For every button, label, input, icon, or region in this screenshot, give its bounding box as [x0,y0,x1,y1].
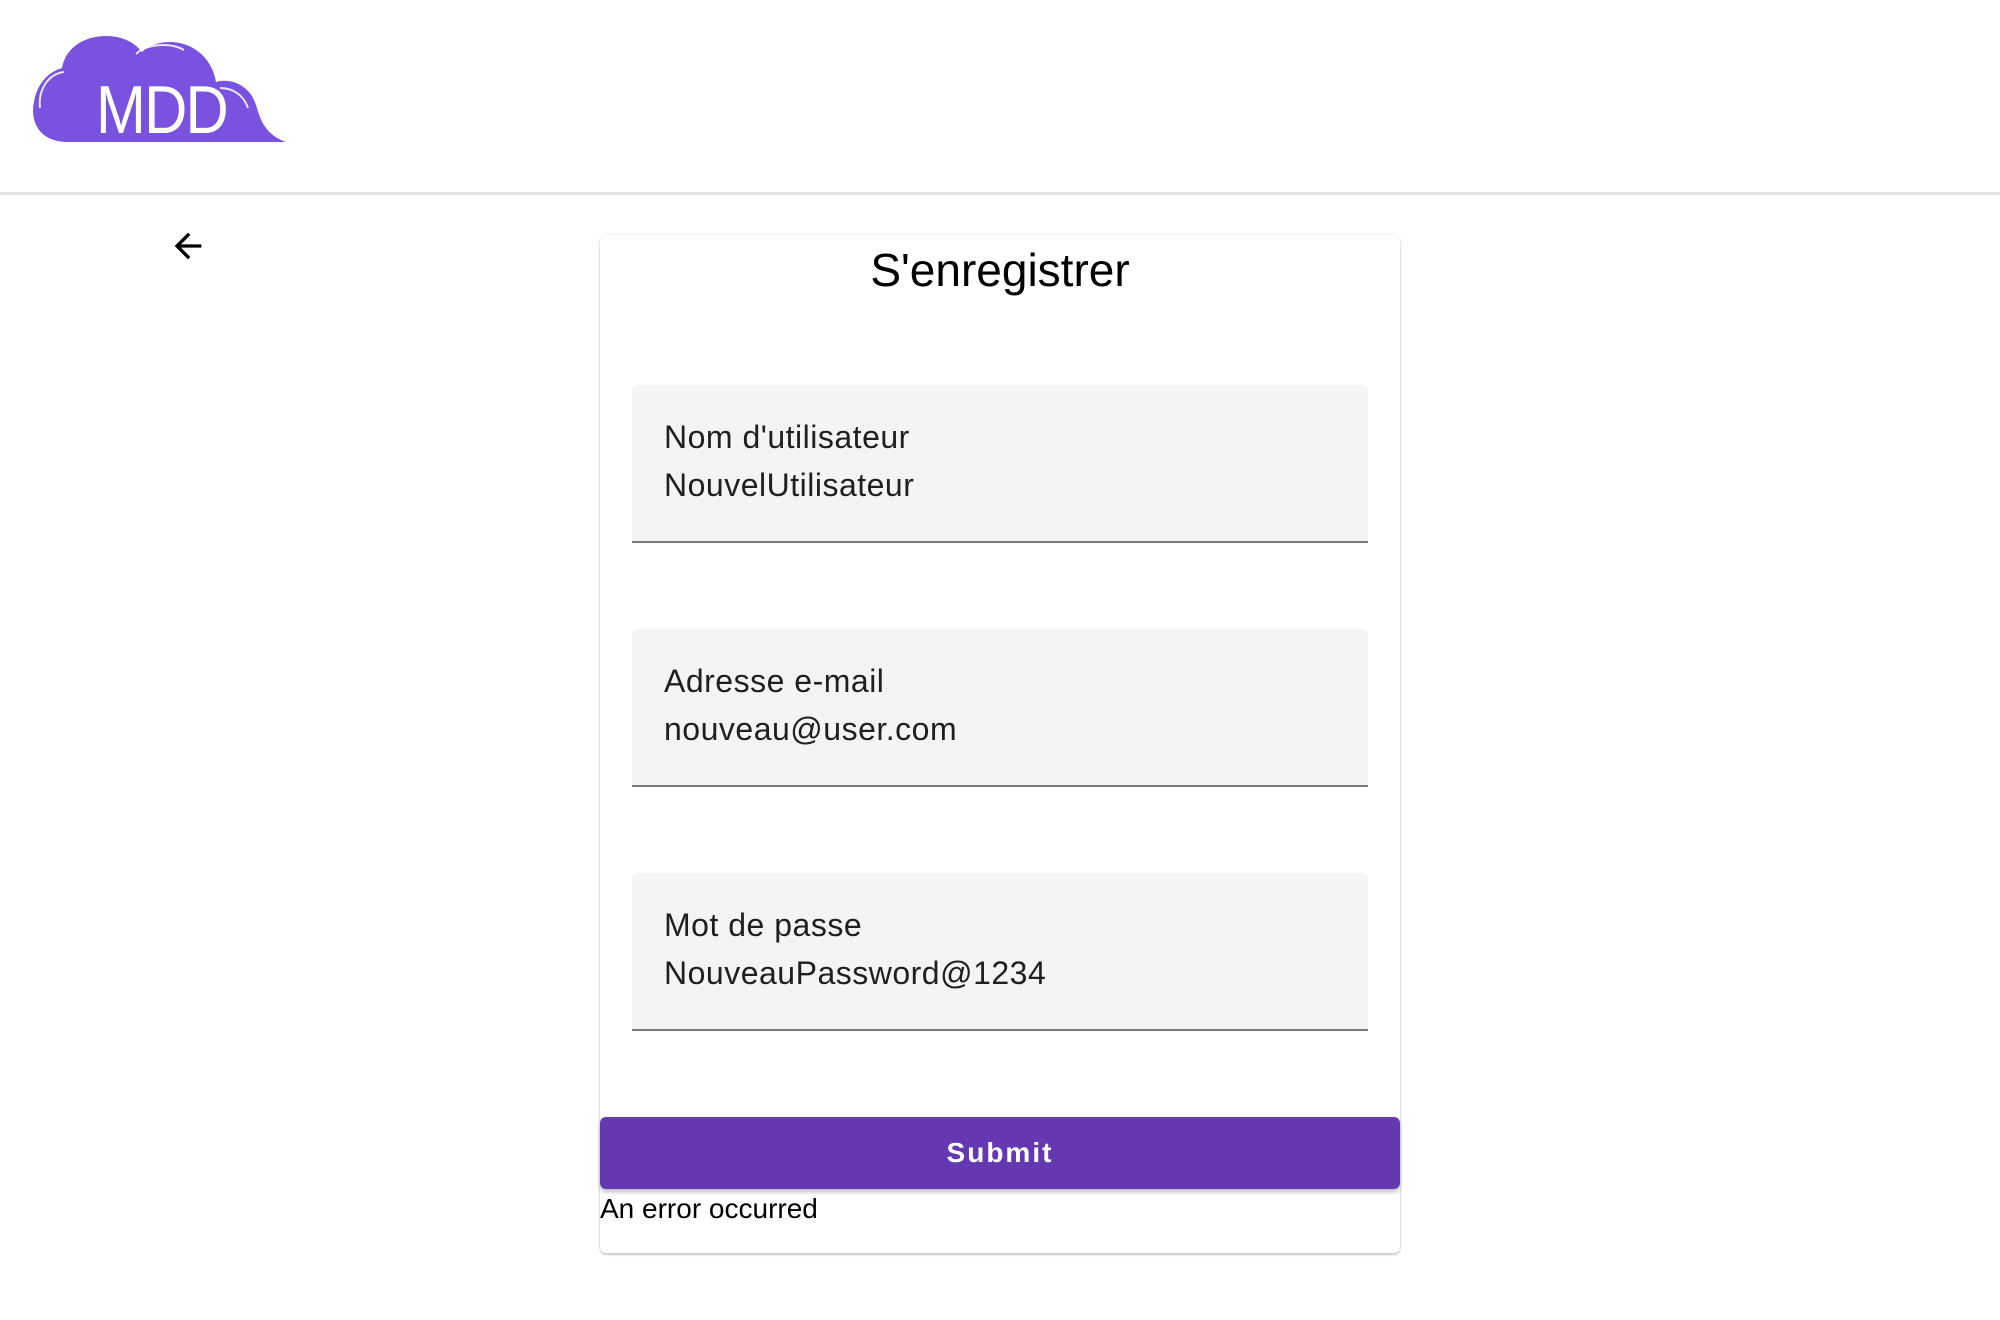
password-label: Mot de passe [664,907,863,943]
back-button[interactable] [164,222,212,270]
password-input[interactable] [664,955,1344,992]
app-header: MDD [0,0,2000,195]
arrow-left-icon [174,232,202,260]
error-message: An error occurred [600,1193,818,1224]
username-label: Nom d'utilisateur [664,419,910,455]
register-card: S'enregistrer Nom d'utilisateur Adresse … [600,235,1400,1253]
email-field[interactable]: Adresse e-mail [632,629,1368,787]
email-label: Adresse e-mail [664,663,885,699]
username-input[interactable] [664,467,1344,504]
email-input[interactable] [664,711,1344,748]
logo-text: MDD [96,72,229,148]
submit-button[interactable]: Submit [600,1117,1400,1189]
page-title: S'enregistrer [870,244,1130,296]
password-field[interactable]: Mot de passe [632,873,1368,1031]
mdd-logo[interactable]: MDD [30,32,286,146]
username-field[interactable]: Nom d'utilisateur [632,385,1368,543]
